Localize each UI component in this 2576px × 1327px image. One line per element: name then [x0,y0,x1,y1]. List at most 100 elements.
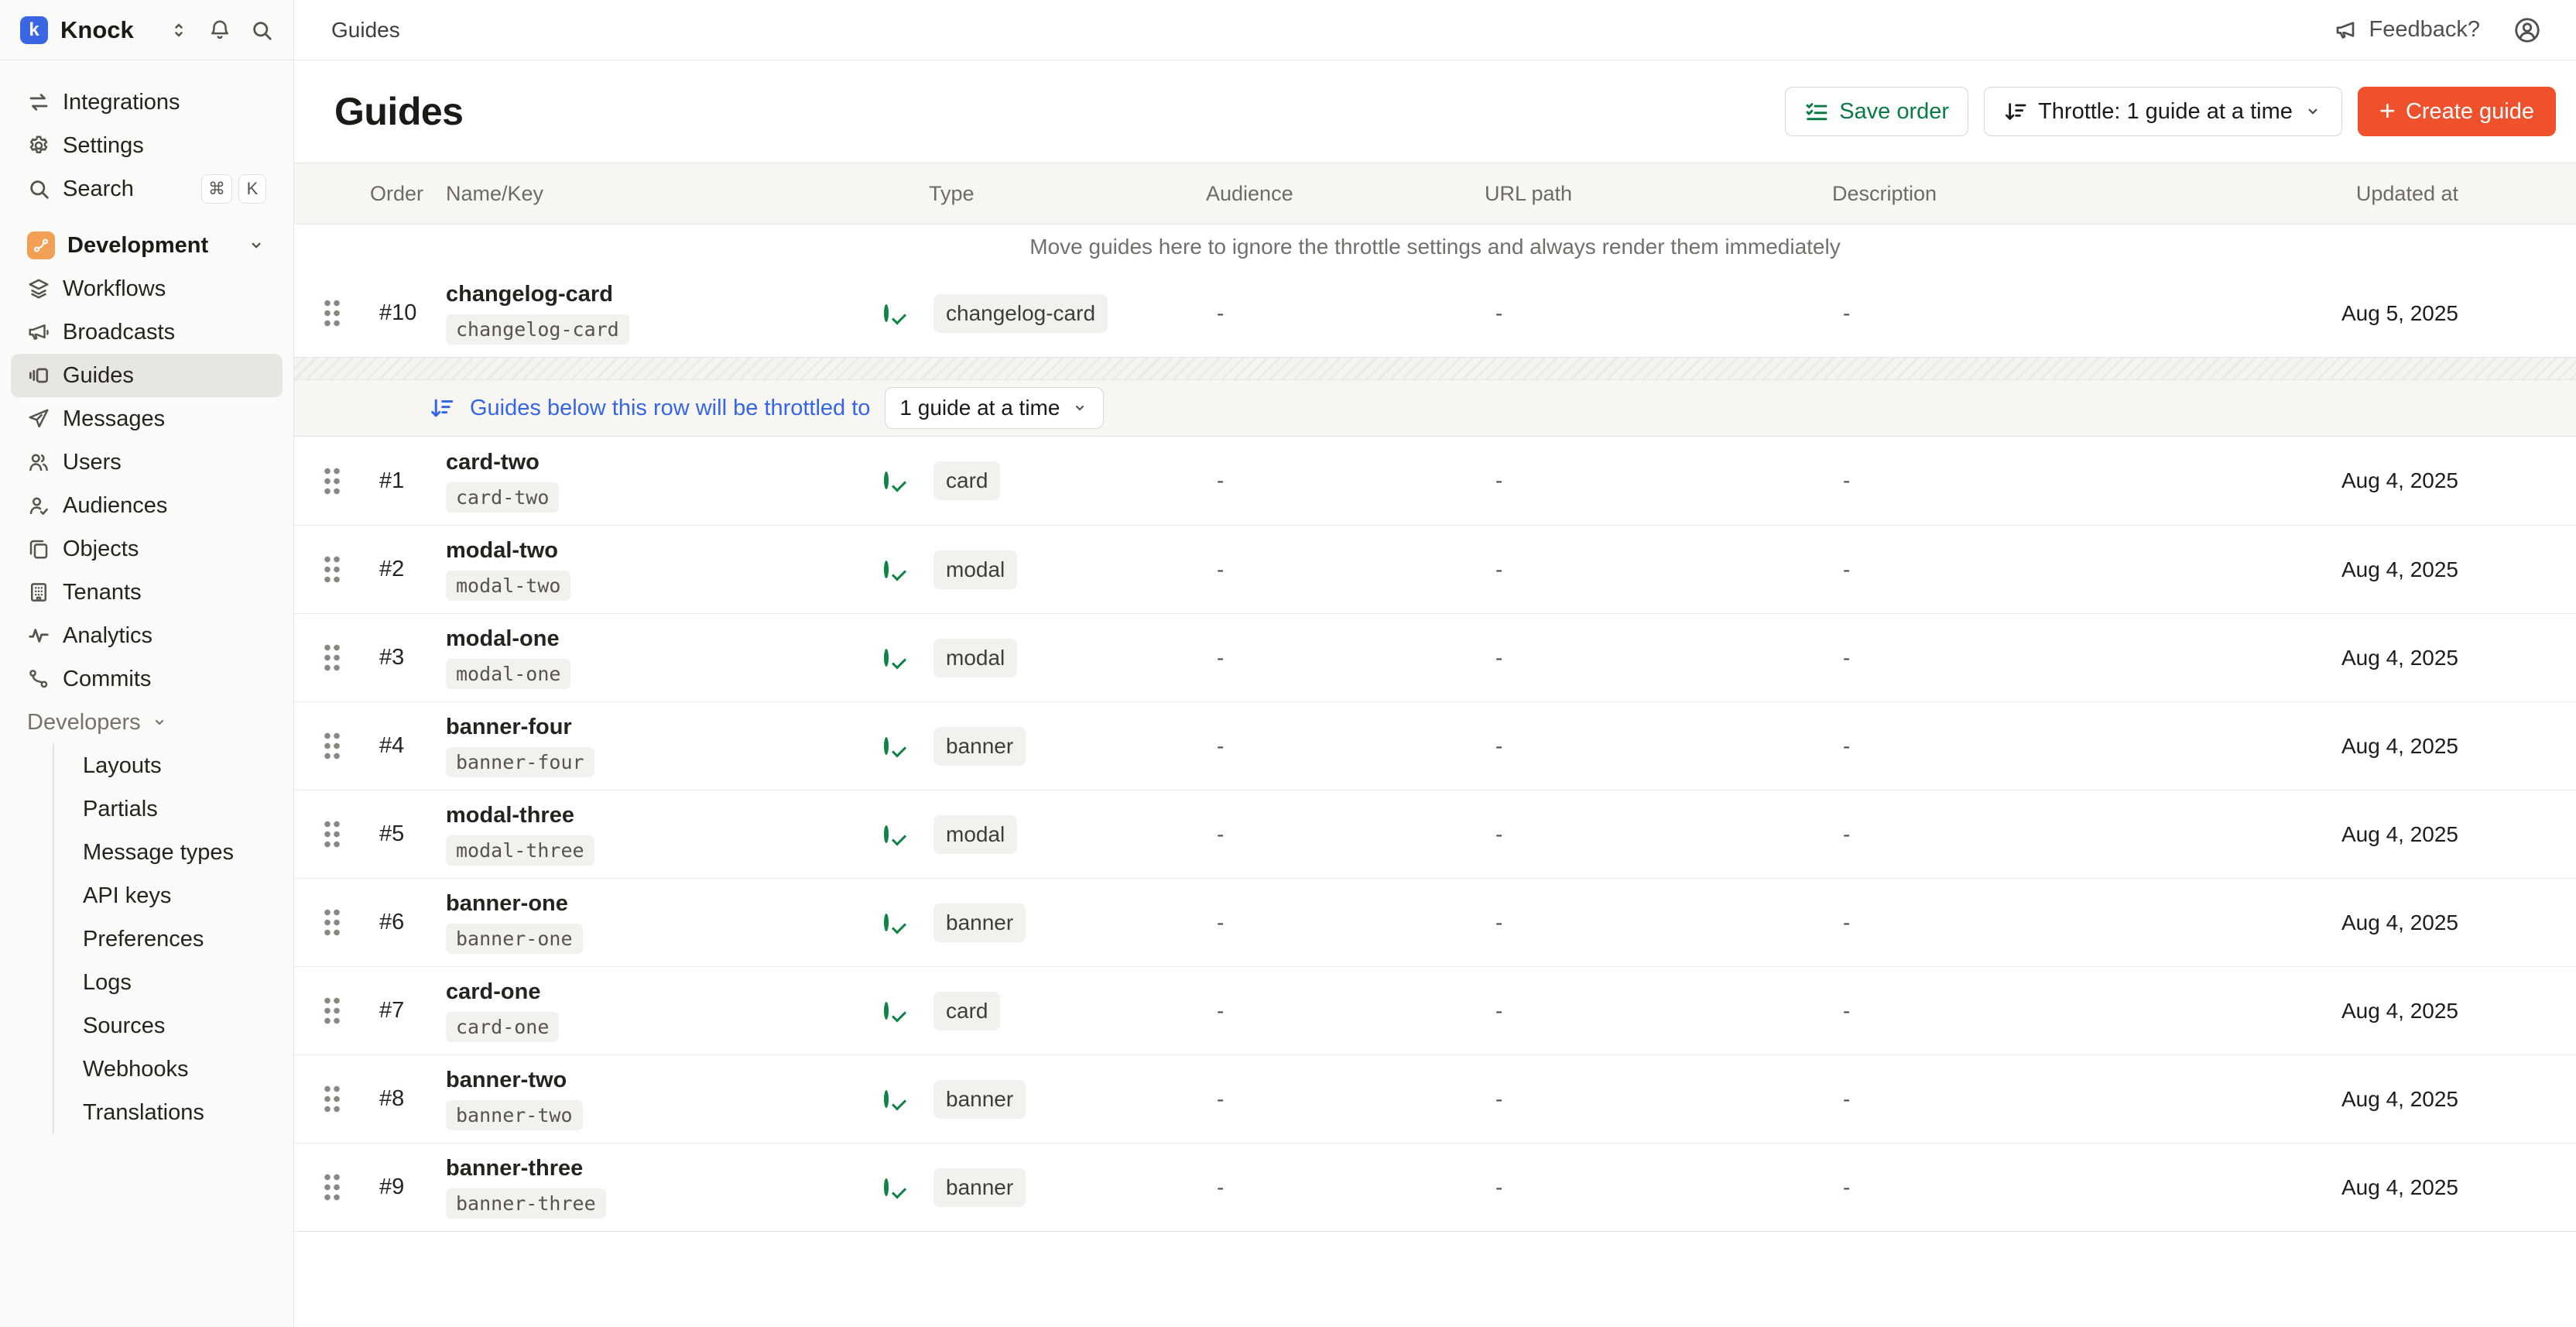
pulse-icon [27,624,50,647]
sidebar-item-sources[interactable]: Sources [54,1004,293,1048]
guide-row-6[interactable]: #6 banner-one banner-one banner - - - Au… [294,878,2576,966]
sidebar-item-label: Commits [63,667,151,692]
updated-at-value: Aug 4, 2025 [2167,646,2576,670]
throttle-value-dropdown[interactable]: 1 guide at a time [885,387,1104,429]
sidebar-item-users[interactable]: Users [11,441,283,484]
sidebar-item-search[interactable]: Search ⌘ K [11,167,283,211]
sort-descending-icon [429,395,455,421]
sidebar-item-label: Settings [63,133,144,159]
sidebar-item-broadcasts[interactable]: Broadcasts [11,310,283,354]
order-value: #10 [370,300,446,326]
guide-key-badge: banner-two [446,1100,583,1130]
col-description: Description [1832,182,2167,206]
col-type: Type [929,182,1206,206]
drop-zone-divider [294,358,2576,379]
guide-name: banner-two [446,1068,567,1093]
sidebar: k Knock Integrations Settings Search ⌘ K [0,0,294,1327]
developers-label: Developers [27,710,141,736]
sidebar-item-commits[interactable]: Commits [11,657,283,701]
active-check-icon [884,737,889,755]
order-value: #9 [370,1174,446,1200]
order-value: #4 [370,733,446,759]
guide-key-badge: modal-one [446,659,570,689]
description-value: - [1832,734,2167,759]
sidebar-item-logs[interactable]: Logs [54,961,293,1004]
sidebar-item-translations[interactable]: Translations [54,1091,293,1134]
active-check-icon [884,825,889,843]
guides-panels-icon [27,364,50,387]
guide-row-5[interactable]: #5 modal-three modal-three modal - - - A… [294,790,2576,878]
drag-dots-icon [323,554,341,585]
guide-row-8[interactable]: #8 banner-two banner-two banner - - - Au… [294,1054,2576,1143]
sidebar-item-tenants[interactable]: Tenants [11,571,283,614]
drag-handle[interactable] [294,1172,370,1202]
drag-handle[interactable] [294,466,370,496]
drag-handle[interactable] [294,996,370,1026]
guide-row-4[interactable]: #4 banner-four banner-four banner - - - … [294,701,2576,790]
drag-handle[interactable] [294,1084,370,1114]
bell-icon[interactable] [208,19,231,42]
sidebar-item-audiences[interactable]: Audiences [11,484,283,527]
sidebar-item-label: Broadcasts [63,320,175,345]
description-value: - [1832,301,2167,326]
sort-descending-icon [2003,99,2028,124]
sidebar-item-webhooks[interactable]: Webhooks [54,1048,293,1091]
sidebar-item-workflows[interactable]: Workflows [11,267,283,310]
breadcrumb[interactable]: Guides [331,18,400,43]
url-path-value: - [1485,646,1832,670]
sidebar-nav: Integrations Settings Search ⌘ K Develop… [0,60,293,1134]
drag-handle[interactable] [294,731,370,761]
sidebar-item-guides[interactable]: Guides [11,354,283,397]
drag-handle[interactable] [294,907,370,938]
search-icon [27,177,50,201]
sidebar-item-label: Objects [63,537,139,562]
drag-handle[interactable] [294,554,370,585]
guide-row-9[interactable]: #9 banner-three banner-three banner - - … [294,1143,2576,1231]
type-badge: card [933,992,1000,1030]
guide-name: banner-one [446,891,568,917]
save-order-button[interactable]: Save order [1785,87,1968,136]
sidebar-item-api-keys[interactable]: API keys [54,874,293,917]
environment-switcher-development[interactable]: Development [11,224,283,267]
type-badge: modal [933,815,1017,854]
sidebar-item-layouts[interactable]: Layouts [54,744,293,787]
sidebar-item-partials[interactable]: Partials [54,787,293,831]
list-check-icon [1804,99,1829,124]
description-value: - [1832,822,2167,847]
guide-row-2[interactable]: #2 modal-two modal-two modal - - - Aug 4… [294,525,2576,613]
updated-at-value: Aug 4, 2025 [2167,999,2576,1024]
order-value: #3 [370,645,446,670]
account-avatar-icon[interactable] [2513,15,2542,45]
megaphone-icon [2334,18,2359,43]
throttle-divider-text: Guides below this row will be throttled … [470,396,870,421]
guide-row-3[interactable]: #3 modal-one modal-one modal - - - Aug 4… [294,613,2576,701]
throttle-dropdown-button[interactable]: Throttle: 1 guide at a time [1984,87,2342,136]
sidebar-item-preferences[interactable]: Preferences [54,917,293,961]
feedback-button[interactable]: Feedback? [2334,17,2481,43]
main-content: Guides Feedback? Guides Save order Throt… [294,0,2576,1327]
sidebar-item-objects[interactable]: Objects [11,527,283,571]
drag-handle[interactable] [294,298,370,328]
drag-handle[interactable] [294,643,370,673]
unfold-icon[interactable] [168,19,190,41]
guide-row-7[interactable]: #7 card-one card-one card - - - Aug 4, 2… [294,966,2576,1054]
sidebar-item-message-types[interactable]: Message types [54,831,293,874]
developers-section-toggle[interactable]: Developers [11,701,283,744]
active-check-icon [884,561,889,578]
search-icon[interactable] [250,19,273,42]
guide-row-10[interactable]: #10 changelog-card changelog-card change… [294,269,2576,358]
type-badge: banner [933,1168,1026,1207]
drag-dots-icon [323,996,341,1026]
description-value: - [1832,646,2167,670]
drag-handle[interactable] [294,819,370,849]
guide-row-1[interactable]: #1 card-two card-two card - - - Aug 4, 2… [294,437,2576,525]
description-value: - [1832,1175,2167,1200]
sidebar-item-analytics[interactable]: Analytics [11,614,283,657]
audience-value: - [1206,822,1485,847]
active-check-icon [884,1090,889,1108]
sidebar-item-messages[interactable]: Messages [11,397,283,441]
sidebar-item-integrations[interactable]: Integrations [11,81,283,124]
create-guide-button[interactable]: + Create guide [2358,87,2556,136]
description-value: - [1832,557,2167,582]
sidebar-item-settings[interactable]: Settings [11,124,283,167]
